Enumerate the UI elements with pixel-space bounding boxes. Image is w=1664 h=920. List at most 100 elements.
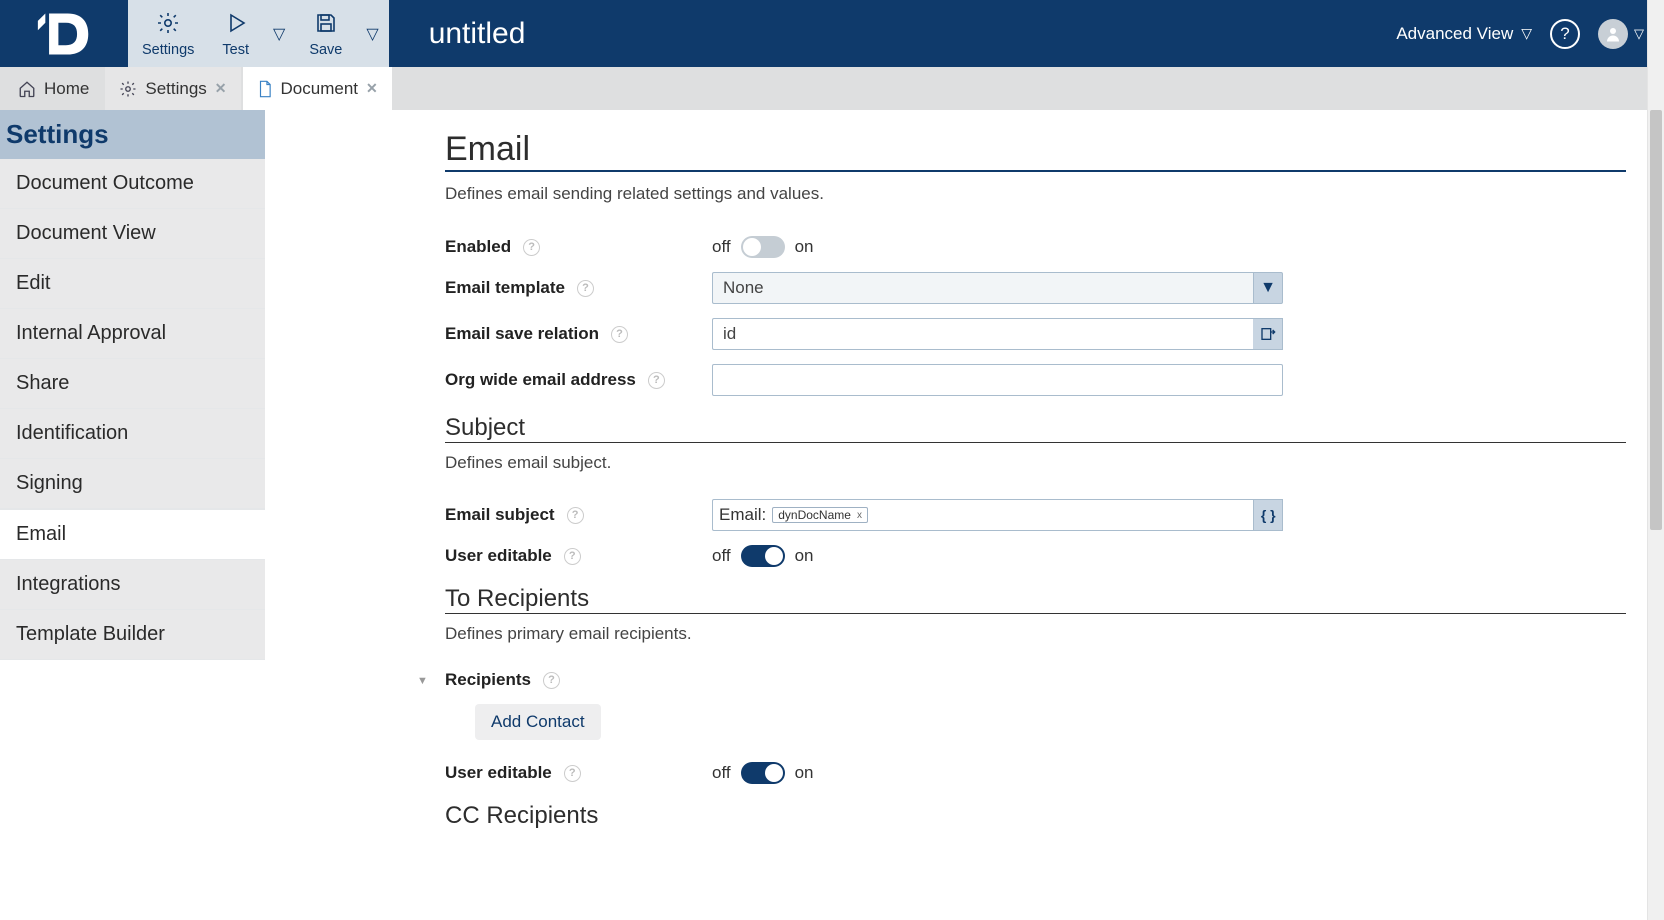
sidebar: Settings Document OutcomeDocument ViewEd… [0,110,265,920]
toolbar: Settings Test ▽ Save ▽ [128,0,389,67]
sidebar-item-identification[interactable]: Identification [0,409,265,459]
tab-document-label: Document [281,79,358,99]
close-icon[interactable]: ✕ [366,80,378,97]
toggle-on-label: on [795,763,814,783]
subject-user-editable-toggle[interactable] [741,545,785,567]
tab-settings-label: Settings [145,79,206,99]
email-subject-label: Email subject [445,505,555,525]
email-subject-prefix: Email: [719,505,766,525]
org-wide-email-label: Org wide email address [445,370,636,390]
chevron-down-icon: ▽ [1521,25,1532,42]
page-description: Defines email sending related settings a… [445,184,1626,204]
tab-document[interactable]: Document ✕ [243,67,392,110]
toolbar-settings-label: Settings [142,42,194,58]
toolbar-save-button[interactable]: Save [295,5,356,62]
subject-section-title: Subject [445,414,1626,443]
top-bar: Settings Test ▽ Save ▽ untitled Ad [0,0,1664,67]
enabled-label: Enabled [445,237,511,257]
advanced-view-label: Advanced View [1396,24,1513,44]
email-template-dropdown[interactable]: ▼ [712,272,1283,304]
collapse-caret-icon[interactable]: ▼ [417,675,428,687]
help-icon[interactable]: ? [564,548,581,565]
help-icon[interactable]: ? [577,280,594,297]
document-title: untitled [429,17,526,51]
chip-remove-icon[interactable]: x [857,510,862,521]
sidebar-item-document-outcome[interactable]: Document Outcome [0,159,265,209]
page-title: Email [445,130,1626,172]
insert-variable-button[interactable]: { } [1254,499,1283,531]
to-user-editable-label: User editable [445,763,552,783]
tab-strip: Home Settings ✕ Document ✕ [0,67,1664,110]
toggle-off-label: off [712,763,731,783]
right-tools: Advanced View ▽ ? ▽ [1396,0,1664,67]
toolbar-test-label: Test [222,42,249,58]
help-icon[interactable]: ? [564,765,581,782]
help-icon: ? [1560,24,1569,44]
dropdown-caret-icon[interactable]: ▼ [1253,272,1283,304]
sidebar-item-edit[interactable]: Edit [0,259,265,309]
enabled-toggle[interactable] [741,236,785,258]
to-recipients-desc: Defines primary email recipients. [445,624,1626,644]
to-user-editable-toggle[interactable] [741,762,785,784]
sidebar-item-document-view[interactable]: Document View [0,209,265,259]
recipients-label: Recipients [445,670,531,690]
add-contact-button[interactable]: Add Contact [475,704,601,740]
help-icon[interactable]: ? [523,239,540,256]
to-recipients-title: To Recipients [445,585,1626,614]
play-icon [224,11,248,39]
vertical-scrollbar[interactable] [1647,0,1664,920]
title-area: untitled [389,0,1397,67]
content-area: Email Defines email sending related sett… [265,110,1664,920]
toolbar-save-dropdown[interactable]: ▽ [356,0,388,67]
help-icon[interactable]: ? [543,672,560,689]
subject-section-desc: Defines email subject. [445,453,1626,473]
toolbar-save-label: Save [309,42,342,58]
gear-icon [156,11,180,39]
help-icon[interactable]: ? [567,507,584,524]
sidebar-title: Settings [0,110,265,159]
toggle-on-label: on [795,237,814,257]
chevron-down-icon: ▽ [366,24,378,44]
chevron-down-icon: ▽ [273,24,285,44]
gear-icon [119,80,137,98]
toolbar-test-button[interactable]: Test [208,5,263,62]
sidebar-item-integrations[interactable]: Integrations [0,560,265,610]
org-wide-email-input[interactable] [712,364,1283,396]
tab-home-label: Home [44,79,89,99]
help-icon[interactable]: ? [611,326,628,343]
sidebar-item-share[interactable]: Share [0,359,265,409]
sidebar-item-template-builder[interactable]: Template Builder [0,610,265,660]
close-icon[interactable]: ✕ [215,80,227,97]
user-menu[interactable]: ▽ [1598,19,1644,49]
email-save-relation-input[interactable] [712,318,1253,350]
home-icon [18,80,36,98]
document-icon [257,80,273,98]
toggle-off-label: off [712,237,731,257]
lookup-icon[interactable] [1253,318,1283,350]
email-template-input[interactable] [712,272,1253,304]
app-logo[interactable] [0,0,128,67]
toggle-off-label: off [712,546,731,566]
sidebar-item-email[interactable]: Email [0,509,265,560]
subject-user-editable-label: User editable [445,546,552,566]
chevron-down-icon: ▽ [1634,26,1644,42]
avatar-icon [1598,19,1628,49]
cc-recipients-title: CC Recipients [445,802,1626,830]
email-template-label: Email template [445,278,565,298]
sidebar-item-signing[interactable]: Signing [0,459,265,509]
sidebar-item-internal-approval[interactable]: Internal Approval [0,309,265,359]
tab-home[interactable]: Home [4,67,103,110]
save-icon [314,11,338,39]
toolbar-test-dropdown[interactable]: ▽ [263,0,295,67]
help-icon[interactable]: ? [648,372,665,389]
advanced-view-toggle[interactable]: Advanced View ▽ [1396,24,1532,44]
email-subject-input[interactable]: Email: dynDocName x [712,499,1254,531]
toolbar-settings-button[interactable]: Settings [128,0,208,67]
toggle-on-label: on [795,546,814,566]
email-save-relation-label: Email save relation [445,324,599,344]
help-button[interactable]: ? [1550,19,1580,49]
subject-chip-label: dynDocName [778,508,851,522]
tab-settings[interactable]: Settings ✕ [105,67,240,110]
scrollbar-thumb[interactable] [1650,110,1662,530]
subject-chip[interactable]: dynDocName x [772,507,868,523]
